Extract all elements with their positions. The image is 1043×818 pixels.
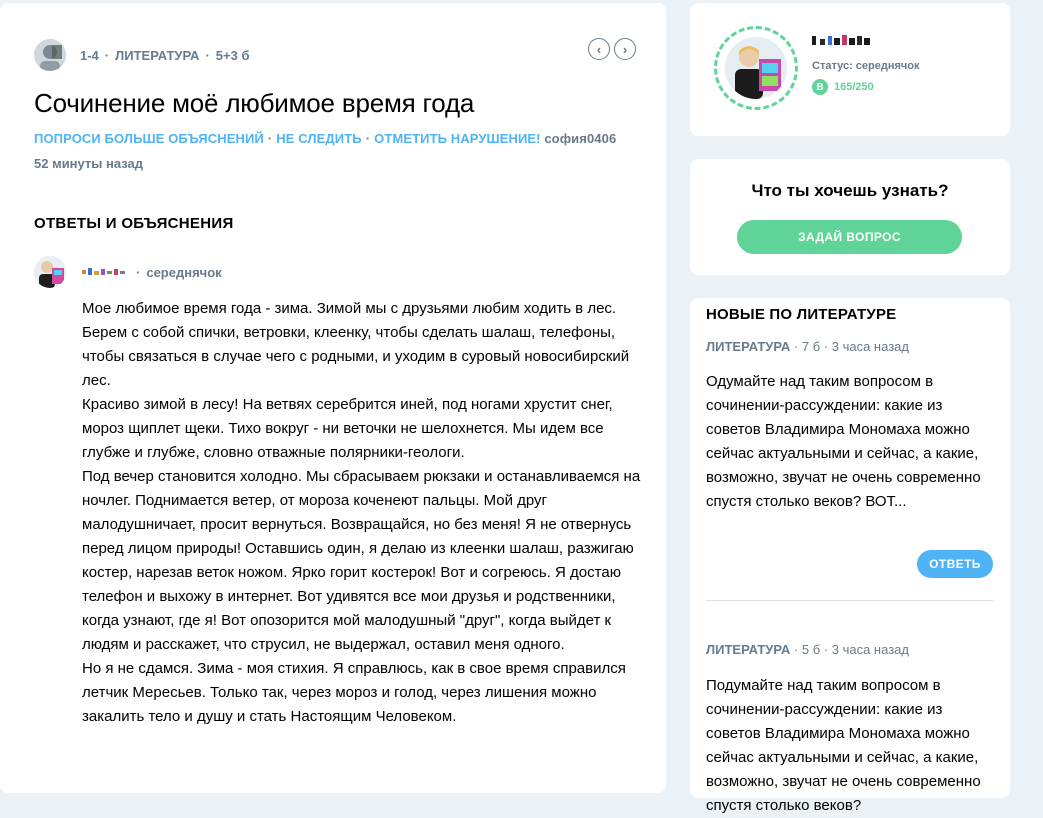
ask-title: Что ты хочешь узнать? [751, 181, 949, 200]
profile-card: Статус: середнячок В 165/250 [690, 3, 1010, 136]
points-value: 165/250 [834, 81, 874, 93]
ask-question-card: Что ты хочешь узнать? ЗАДАЙ ВОПРОС [690, 159, 1010, 275]
answers-heading: ОТВЕТЫ И ОБЪЯСНЕНИЯ [34, 215, 234, 232]
meta-separator: · [104, 47, 110, 63]
question-time: 52 минуты назад [34, 156, 144, 171]
meta-separator: · [793, 339, 802, 354]
meta-separator: · [823, 339, 832, 354]
profile-points: В 165/250 [812, 79, 874, 95]
list-item-time: 3 часа назад [831, 642, 909, 657]
status-value: середнячок [855, 60, 920, 72]
question-card: 1-4 · ЛИТЕРАТУРА · 5+3 б ‹ › Сочинение м… [0, 3, 666, 793]
meta-separator: · [793, 642, 802, 657]
new-questions-card: НОВЫЕ ПО ЛИТЕРАТУРЕ ЛИТЕРАТУРА · 7 б · 3… [690, 298, 1010, 814]
profile-status: Статус: середнячок [812, 60, 920, 72]
answer-text: Мое любимое время года - зима. Зимой мы … [82, 297, 642, 729]
avatar-image [34, 39, 66, 71]
next-question-button[interactable]: › [614, 38, 636, 60]
list-item-text[interactable]: Подумайте над таким вопросом в сочинении… [706, 674, 996, 818]
question-meta: 1-4 · ЛИТЕРАТУРА · 5+3 б [34, 39, 249, 71]
list-divider [706, 600, 994, 601]
question-actions: ПОПРОСИ БОЛЬШЕ ОБЪЯСНЕНИЙ · НЕ СЛЕДИТЬ · ОТМ… [34, 131, 616, 146]
question-title: Сочинение моё любимое время года [34, 88, 475, 118]
answerer-avatar[interactable] [34, 256, 66, 288]
list-item-subject[interactable]: ЛИТЕРАТУРА [706, 642, 790, 657]
new-questions-heading: НОВЫЕ ПО ЛИТЕРАТУРЕ [706, 306, 897, 323]
answer-paragraph: Красиво зимой в лесу! На ветвях серебрит… [82, 396, 613, 461]
more-explanations-link[interactable]: ПОПРОСИ БОЛЬШЕ ОБЪЯСНЕНИЙ [34, 131, 264, 146]
points-icon: В [812, 79, 828, 95]
answerer-name-image[interactable] [82, 267, 130, 277]
meta-separator: · [136, 264, 141, 280]
list-item-points: 5 б [801, 642, 821, 657]
list-item-time: 3 часа назад [831, 339, 909, 354]
meta-separator: · [823, 642, 832, 657]
progress-ring[interactable] [714, 26, 798, 110]
prev-question-button[interactable]: ‹ [588, 38, 610, 60]
report-link[interactable]: ОТМЕТИТЬ НАРУШЕНИЕ! [374, 131, 540, 146]
list-item-subject[interactable]: ЛИТЕРАТУРА [706, 339, 790, 354]
list-item-meta: ЛИТЕРАТУРА · 5 б · 3 часа назад [706, 642, 909, 657]
action-separator: · [365, 131, 371, 146]
question-navigation: ‹ › [588, 38, 636, 60]
question-author[interactable]: софия0406 [544, 131, 616, 146]
profile-name-image[interactable] [812, 33, 874, 47]
question-subject[interactable]: ЛИТЕРАТУРА [115, 48, 199, 63]
list-item-text[interactable]: Одумайте над таким вопросом в сочинении-… [706, 370, 996, 514]
answer-paragraph: Мое любимое время года - зима. Зимой мы … [82, 300, 630, 389]
profile-avatar [725, 37, 787, 99]
question-points: 5+3 б [215, 47, 250, 63]
status-label: Статус: [812, 60, 853, 72]
answer-paragraph: Но я не сдамся. Зима - моя стихия. Я спр… [82, 660, 626, 725]
unfollow-link[interactable]: НЕ СЛЕДИТЬ [276, 131, 361, 146]
answer-paragraph: Под вечер становится холодно. Мы сбрасыв… [82, 468, 641, 653]
ask-question-button[interactable]: ЗАДАЙ ВОПРОС [737, 220, 962, 254]
reply-button[interactable]: ОТВЕТЬ [917, 550, 993, 578]
author-avatar[interactable] [34, 39, 66, 71]
avatar-image [34, 256, 66, 288]
chevron-left-icon: ‹ [596, 41, 602, 57]
list-item-meta: ЛИТЕРАТУРА · 7 б · 3 часа назад [706, 339, 909, 354]
question-grade[interactable]: 1-4 [80, 48, 99, 63]
action-separator: · [267, 131, 273, 146]
list-item-points: 7 б [801, 339, 821, 354]
chevron-right-icon: › [622, 41, 628, 57]
answer-header: · середнячок [34, 256, 222, 288]
avatar-image [725, 37, 787, 99]
meta-separator: · [205, 47, 210, 63]
answerer-rank: середнячок [146, 264, 222, 280]
